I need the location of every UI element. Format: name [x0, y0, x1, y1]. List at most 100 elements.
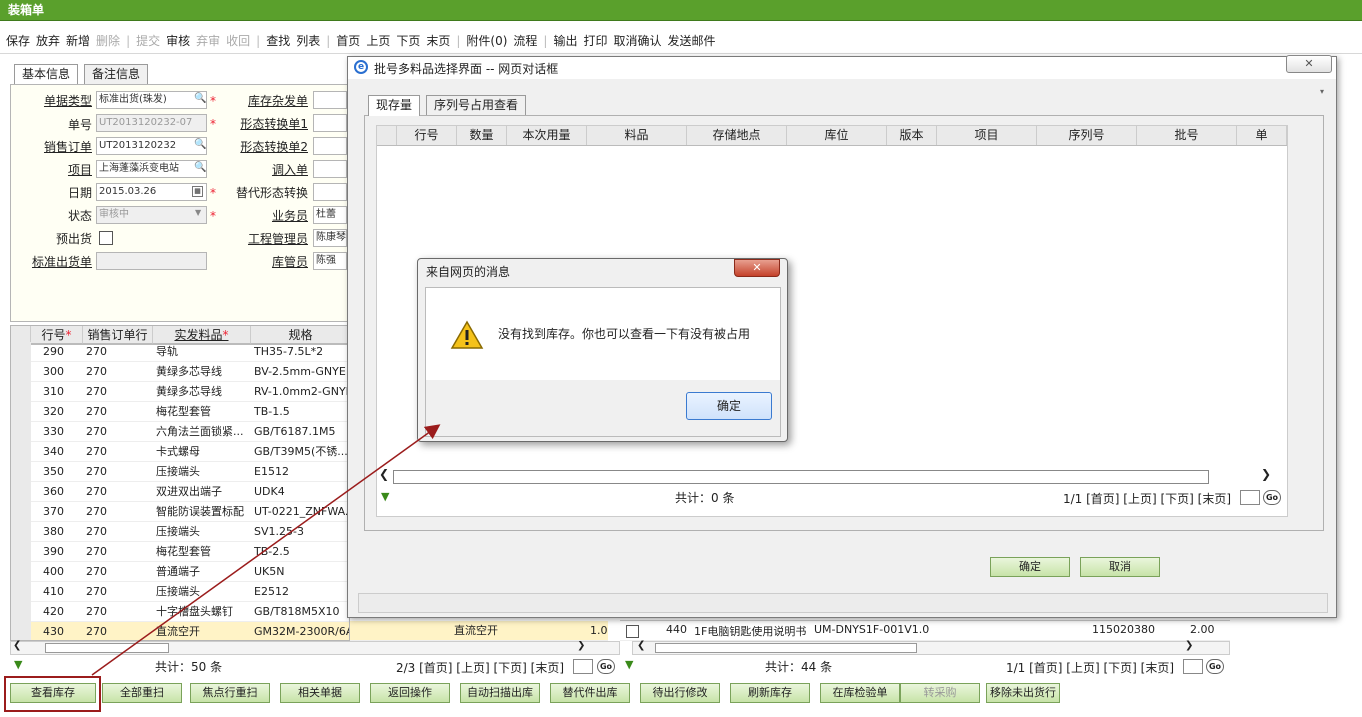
scroll-right-icon[interactable]: ❯: [1261, 467, 1271, 481]
transfer-in-label[interactable]: 调入单: [226, 161, 308, 179]
message-close-button[interactable]: ✕: [734, 259, 780, 277]
bottom-button[interactable]: 自动扫描出库: [460, 683, 540, 703]
go-button[interactable]: Go: [597, 659, 615, 674]
filter-icon[interactable]: ▼: [625, 658, 633, 671]
tab-notes[interactable]: 备注信息: [84, 64, 149, 84]
row-checkbox[interactable]: [626, 625, 639, 638]
tab-stock[interactable]: 现存量: [368, 95, 421, 116]
bottom-button[interactable]: 移除未出货行: [986, 683, 1060, 703]
right-pager[interactable]: 1/1 [首页] [上页] [下页] [末页]: [1006, 659, 1174, 676]
sales-order-field[interactable]: UT2013120232: [96, 137, 207, 155]
scroll-thumb[interactable]: [45, 643, 169, 653]
project-field[interactable]: 上海蓬藻浜变电站: [96, 160, 207, 178]
search-icon[interactable]: 🔍: [194, 139, 206, 150]
tab-basic-info[interactable]: 基本信息: [14, 64, 79, 85]
table-row[interactable]: 390 270 梅花型套管 TB-2.5: [11, 542, 349, 562]
toolbar-button[interactable]: 保存: [6, 34, 30, 48]
row-indicator[interactable]: [11, 602, 31, 622]
toolbar-button[interactable]: 附件(0): [466, 34, 507, 48]
row-indicator[interactable]: [11, 542, 31, 562]
row-indicator[interactable]: [11, 482, 31, 502]
table-row[interactable]: 290 270 导轨 TH35-7.5L*2: [11, 342, 349, 362]
row-indicator[interactable]: [11, 462, 31, 482]
doc-type-label[interactable]: 单据类型: [10, 92, 92, 110]
toolbar-button[interactable]: 打印: [583, 34, 607, 48]
message-ok-button[interactable]: 确定: [686, 392, 772, 420]
stock-issue-field[interactable]: [313, 91, 347, 109]
dialog-col-header[interactable]: 库位: [787, 126, 887, 145]
dialog-col-header[interactable]: 序列号: [1037, 126, 1137, 145]
toolbar-button[interactable]: 输出: [553, 34, 577, 48]
doc-type-field[interactable]: 标准出货(珠发): [96, 91, 207, 109]
form-conv1-field[interactable]: [313, 114, 347, 132]
table-row[interactable]: 330 270 六角法兰面锁紧... GB/T6187.1M5: [11, 422, 349, 442]
tab-serial-occupancy[interactable]: 序列号占用查看: [426, 95, 527, 115]
std-ship-label[interactable]: 标准出货单: [10, 253, 92, 271]
bottom-button[interactable]: 在库检验单: [820, 683, 900, 703]
bottom-button[interactable]: 替代件出库: [550, 683, 630, 703]
table-row[interactable]: 380 270 压接端头 SV1.25-3: [11, 522, 349, 542]
table-row[interactable]: 340 270 卡式螺母 GB/T39M5(不锈...: [11, 442, 349, 462]
bottom-button[interactable]: 待出行修改: [640, 683, 720, 703]
row-indicator[interactable]: [11, 422, 31, 442]
toolbar-button[interactable]: 取消确认: [614, 34, 662, 48]
selected-row-extension[interactable]: 直流空开 1.0: [350, 621, 608, 641]
row-indicator[interactable]: [11, 362, 31, 382]
calendar-icon[interactable]: ▦: [192, 186, 203, 197]
row-indicator[interactable]: [11, 342, 31, 362]
toolbar-button[interactable]: 发送邮件: [668, 34, 716, 48]
table-row[interactable]: 350 270 压接端头 E1512: [11, 462, 349, 482]
scroll-thumb[interactable]: [655, 643, 917, 653]
table-row[interactable]: 300 270 黄绿多芯导线 BV-2.5mm-GNYE: [11, 362, 349, 382]
row-indicator[interactable]: [11, 402, 31, 422]
right-page-input[interactable]: [1183, 659, 1203, 674]
left-page-input[interactable]: [573, 659, 593, 674]
left-pager[interactable]: 2/3 [首页] [上页] [下页] [末页]: [396, 659, 564, 676]
bottom-button[interactable]: 返回操作: [370, 683, 450, 703]
filter-icon[interactable]: ▼: [14, 658, 22, 671]
toolbar-button[interactable]: 查找: [266, 34, 290, 48]
dialog-scroll-icon[interactable]: ▾: [1320, 87, 1324, 96]
preship-checkbox[interactable]: [99, 231, 113, 245]
eng-mgr-field[interactable]: 陈康琴: [313, 229, 347, 247]
dialog-col-header[interactable]: 批号: [1137, 126, 1237, 145]
dialog-col-header[interactable]: 存储地点: [687, 126, 787, 145]
stock-issue-label[interactable]: 库存杂发单: [226, 92, 308, 110]
dialog-col-header[interactable]: 单: [1237, 126, 1287, 145]
project-label[interactable]: 项目: [10, 161, 92, 179]
bottom-button[interactable]: 焦点行重扫: [190, 683, 270, 703]
table-row[interactable]: 360 270 双进双出端子 UDK4: [11, 482, 349, 502]
dialog-col-header[interactable]: 行号: [397, 126, 457, 145]
dialog-col-header[interactable]: 料品: [587, 126, 687, 145]
row-indicator[interactable]: [11, 382, 31, 402]
row-indicator[interactable]: [11, 562, 31, 582]
table-row[interactable]: 420 270 十字槽盘头螺钉 GB/T818M5X10: [11, 602, 349, 622]
salesman-label[interactable]: 业务员: [226, 207, 308, 225]
table-row[interactable]: 430 270 直流空开 GM32M-2300R/6A: [11, 622, 349, 640]
scroll-right-icon[interactable]: ❯: [577, 640, 585, 651]
date-field[interactable]: 2015.03.26: [96, 183, 207, 201]
table-row[interactable]: 320 270 梅花型套管 TB-1.5: [11, 402, 349, 422]
form-conv2-field[interactable]: [313, 137, 347, 155]
toolbar-button[interactable]: 首页: [336, 34, 360, 48]
toolbar-button[interactable]: 列表: [296, 34, 320, 48]
row-indicator[interactable]: [11, 502, 31, 522]
bottom-button[interactable]: 刷新库存: [730, 683, 810, 703]
table-row[interactable]: 310 270 黄绿多芯导线 RV-1.0mm2-GNYE: [11, 382, 349, 402]
eng-mgr-label[interactable]: 工程管理员: [226, 230, 308, 248]
salesman-field[interactable]: 杜蕾: [313, 206, 347, 224]
alt-form-field[interactable]: [313, 183, 347, 201]
form-conv1-label[interactable]: 形态转换单1: [226, 115, 308, 133]
left-hscrollbar[interactable]: ❮ ❯: [10, 640, 620, 655]
filter-icon[interactable]: ▼: [381, 490, 389, 503]
right-grid-row[interactable]: 440 1F电脑钥匙使用说明书 UM-DNYS1F-001V1.0 115020…: [620, 620, 1230, 641]
dialog-col-header[interactable]: 版本: [887, 126, 937, 145]
row-indicator[interactable]: [11, 442, 31, 462]
go-button[interactable]: Go: [1263, 490, 1281, 505]
bottom-button[interactable]: 相关单据: [280, 683, 360, 703]
toolbar-button[interactable]: 末页: [426, 34, 450, 48]
keeper-field[interactable]: 陈强: [313, 252, 347, 270]
search-icon[interactable]: 🔍: [194, 162, 206, 173]
dialog-ok-button[interactable]: 确定: [990, 557, 1070, 577]
bottom-button[interactable]: 全部重扫: [102, 683, 182, 703]
